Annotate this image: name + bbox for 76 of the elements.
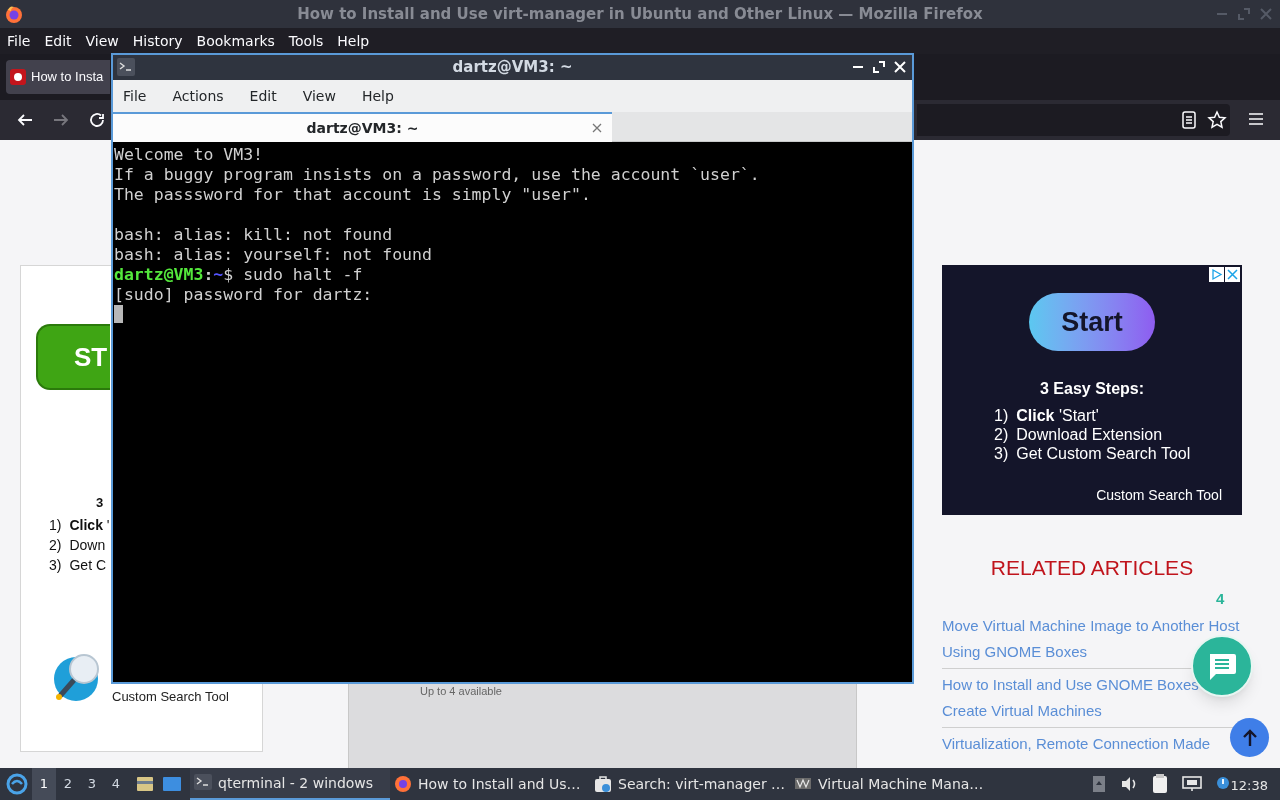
star-icon[interactable] xyxy=(1207,110,1227,130)
availability-note: Up to 4 available xyxy=(420,684,503,699)
step-number: 2) xyxy=(49,536,62,553)
step-number: 1) xyxy=(994,406,1009,425)
step-text: Get C xyxy=(69,556,107,573)
menu-item[interactable]: Help xyxy=(337,30,370,52)
terminal-line: If a buggy program insists on a password, use the account `user`. xyxy=(114,165,760,185)
terminal-line: [sudo] password for dartz: xyxy=(114,285,373,305)
ad-choices-icon[interactable] xyxy=(1209,267,1224,282)
menu-item[interactable]: File xyxy=(7,30,31,52)
scroll-top-button[interactable] xyxy=(1230,718,1269,757)
step-number: 1) xyxy=(49,516,62,533)
terminal-line: Welcome to VM3! xyxy=(114,145,263,165)
menu-item[interactable]: View xyxy=(293,85,345,107)
text-cursor xyxy=(114,305,123,323)
workspace-button[interactable]: 3 xyxy=(80,768,104,800)
section-heading: RELATED ARTICLES xyxy=(990,555,1194,581)
clipboard-icon[interactable] xyxy=(1152,774,1168,794)
network-icon[interactable] xyxy=(1182,776,1202,792)
terminal-icon xyxy=(194,774,212,792)
start-button[interactable]: Start xyxy=(1029,293,1155,351)
terminal-line: bash: alias: yourself: not found xyxy=(114,245,432,265)
notification-icon[interactable] xyxy=(1216,776,1230,792)
menu-item[interactable]: Actions xyxy=(163,85,233,107)
desktop-icon[interactable] xyxy=(162,775,182,793)
step-number: 2) xyxy=(994,425,1009,444)
menu-item[interactable]: Help xyxy=(352,85,403,107)
step-number: 3) xyxy=(994,444,1009,463)
reload-icon[interactable] xyxy=(88,111,106,129)
close-tab-icon[interactable] xyxy=(592,123,602,133)
workspace-button[interactable]: 4 xyxy=(104,768,128,800)
start-menu-icon[interactable] xyxy=(6,773,28,795)
browser-tab[interactable]: How to Insta xyxy=(6,60,110,94)
workspace-button[interactable]: 1 xyxy=(32,768,56,800)
tray-up-icon[interactable] xyxy=(1092,775,1106,793)
browser-logo-icon xyxy=(4,4,24,24)
terminal-line: The passsword for that account is simply "user". xyxy=(114,185,591,205)
notification-count: 4 xyxy=(1216,589,1225,609)
ad-footer: Custom Search Tool xyxy=(1096,485,1222,506)
bag-icon xyxy=(594,775,612,793)
menu-item[interactable]: Edit xyxy=(240,85,286,107)
menu-item[interactable]: File xyxy=(114,85,156,107)
record-icon xyxy=(10,69,26,85)
menu-item[interactable]: Tools xyxy=(288,30,324,52)
step-number: 3) xyxy=(49,556,62,573)
ad-footer: Custom Search Tool xyxy=(112,686,229,706)
address-bar[interactable] xyxy=(917,104,1230,136)
clock[interactable]: 12:38 xyxy=(1230,776,1268,796)
taskbar-button[interactable]: How to Install and Us… xyxy=(390,768,590,800)
menu-icon[interactable] xyxy=(1248,112,1264,126)
ad-heading: 3 xyxy=(96,494,105,512)
window-title: How to Install and Use virt-manager in Ubuntu and Other Linux — Mozilla Firefox xyxy=(297,3,983,25)
ad-heading: 3 Easy Steps: xyxy=(1039,379,1145,399)
terminal-line: dartz@VM3:~$ sudo halt -f xyxy=(114,265,363,285)
menu-item[interactable]: View xyxy=(85,30,119,52)
browser-logo-icon xyxy=(394,775,412,793)
terminal-line: bash: alias: kill: not found xyxy=(114,225,393,245)
menu-item[interactable]: History xyxy=(132,30,183,52)
folder-icon[interactable] xyxy=(136,775,154,793)
taskbar-button[interactable]: Search: virt-manager … xyxy=(590,768,790,800)
menu-item[interactable]: Bookmarks xyxy=(196,30,275,52)
window-title: dartz@VM3: ~ xyxy=(452,57,573,79)
arrow-up-icon xyxy=(1241,728,1258,747)
terminal-tab[interactable]: dartz@VM3: ~ xyxy=(113,112,612,142)
terminal-icon xyxy=(117,58,135,76)
step-text: Get Custom Search Tool xyxy=(1016,444,1191,463)
taskbar-button[interactable]: Virtual Machine Mana… xyxy=(790,768,990,800)
workspace-button[interactable]: 2 xyxy=(56,768,80,800)
step-text: Click ' xyxy=(69,516,110,533)
step-text: Down xyxy=(69,536,106,553)
volume-icon[interactable] xyxy=(1120,776,1138,792)
reader-view-icon[interactable] xyxy=(1181,111,1197,129)
step-text: Download Extension xyxy=(1016,425,1163,444)
step-text: Click 'Start' xyxy=(1016,406,1099,425)
menu-item[interactable]: Edit xyxy=(44,30,72,52)
taskbar-button[interactable]: qterminal - 2 windows xyxy=(190,768,390,800)
